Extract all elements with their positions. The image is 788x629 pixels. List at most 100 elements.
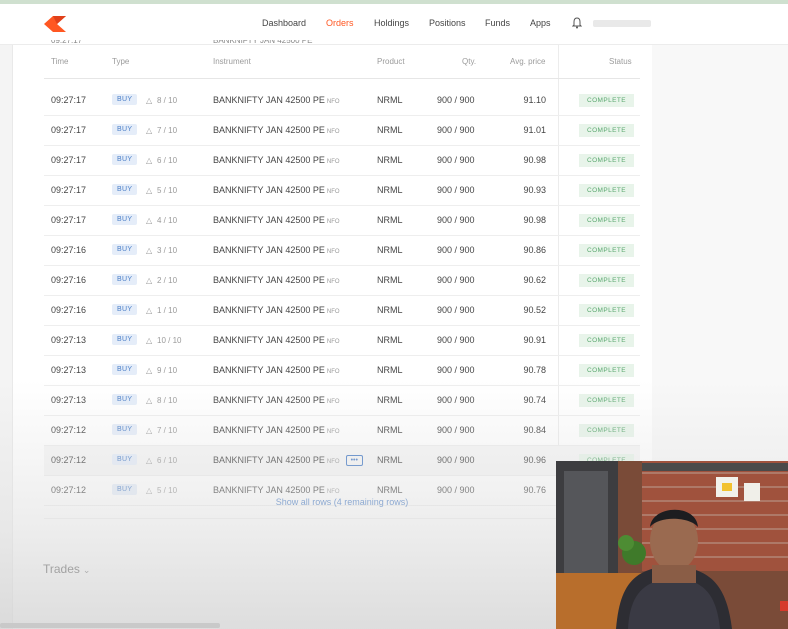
instrument-name[interactable]: BANKNIFTY JAN 42500 PE NFO	[213, 155, 340, 165]
exchange-tag: NFO	[326, 339, 340, 345]
quantity: 900 / 900	[437, 395, 475, 405]
table-row[interactable]: 09:27:13 BUY △ 9 / 10 BANKNIFTY JAN 42500 PE…	[44, 356, 640, 386]
instrument-symbol: BANKNIFTY JAN 42500 PE	[213, 365, 325, 375]
horizontal-scrollbar[interactable]	[0, 623, 220, 628]
legs-count: △ 8 / 10	[146, 396, 177, 405]
nav-holdings[interactable]: Holdings	[374, 18, 409, 28]
order-time: 09:27:12	[51, 485, 87, 495]
chevron-down-icon: ⌄	[82, 565, 91, 575]
legs-text: 2 / 10	[157, 276, 178, 285]
legs-text: 3 / 10	[157, 246, 178, 255]
kite-logo-icon[interactable]	[44, 16, 66, 32]
trades-label: Trades	[43, 562, 80, 576]
legs-count: △ 9 / 10	[146, 366, 177, 375]
product-type: NRML	[377, 215, 403, 225]
legs-icon: △	[146, 276, 153, 285]
quantity: 900 / 900	[437, 245, 475, 255]
instrument-name[interactable]: BANKNIFTY JAN 42500 PE NFO	[213, 245, 340, 255]
table-row[interactable]: 09:27:13 BUY △ 10 / 10 BANKNIFTY JAN 42500 P…	[44, 326, 640, 356]
legs-icon: △	[146, 306, 153, 315]
table-row[interactable]: 09:27:16 BUY △ 3 / 10 BANKNIFTY JAN 42500 PE…	[44, 236, 640, 266]
col-avg-price[interactable]: Avg. price	[510, 57, 545, 66]
order-time: 09:27:17	[51, 215, 87, 225]
instrument-name[interactable]: BANKNIFTY JAN 42500 PE NFO	[213, 305, 340, 315]
buy-badge: BUY	[112, 274, 138, 285]
instrument-symbol: BANKNIFTY JAN 42500 PE	[213, 185, 325, 195]
avg-price: 91.10	[523, 95, 546, 105]
avg-price: 90.84	[523, 425, 546, 435]
product-type: NRML	[377, 155, 403, 165]
table-row[interactable]: 09:27:17 BUY △ 5 / 10 BANKNIFTY JAN 42500 PE…	[44, 176, 640, 206]
instrument-name[interactable]: BANKNIFTY JAN 42500 PE NFO	[213, 275, 340, 285]
table-row[interactable]: 09:27:13 BUY △ 8 / 10 BANKNIFTY JAN 42500 PE…	[44, 386, 640, 416]
col-product[interactable]: Product	[377, 57, 405, 66]
show-all-rows-link[interactable]: Show all rows (4 remaining rows)	[44, 497, 640, 507]
more-options-button[interactable]: •••	[345, 455, 363, 466]
instrument-symbol: BANKNIFTY JAN 42500 PE	[213, 125, 325, 135]
status-badge: COMPLETE	[579, 184, 634, 197]
quantity: 900 / 900	[437, 485, 475, 495]
order-time: 09:27:12	[51, 455, 87, 465]
product-type: NRML	[377, 455, 403, 465]
legs-count: △ 3 / 10	[146, 246, 177, 255]
instrument-name[interactable]: BANKNIFTY JAN 42500 PE NFO	[213, 425, 340, 435]
legs-count: △ 10 / 10	[146, 336, 181, 345]
nav-funds[interactable]: Funds	[485, 18, 510, 28]
col-type[interactable]: Type	[112, 57, 129, 66]
exchange-tag: NFO	[326, 99, 340, 105]
nav-dashboard[interactable]: Dashboard	[262, 18, 306, 28]
table-row[interactable]: 09:27:17 BUY △ 6 / 10 BANKNIFTY JAN 42500 PE…	[44, 146, 640, 176]
product-type: NRML	[377, 95, 403, 105]
col-time[interactable]: Time	[51, 57, 68, 66]
legs-count: △ 8 / 10	[146, 96, 177, 105]
legs-count: △ 5 / 10	[146, 486, 177, 495]
instrument-name[interactable]: BANKNIFTY JAN 42500 PE NFO	[213, 485, 340, 495]
instrument-symbol: BANKNIFTY JAN 42500 PE	[213, 305, 325, 315]
order-time: 09:27:17	[51, 155, 87, 165]
nav-orders[interactable]: Orders	[326, 18, 354, 28]
status-badge: COMPLETE	[579, 124, 634, 137]
legs-icon: △	[146, 456, 153, 465]
status-badge: COMPLETE	[579, 94, 634, 107]
instrument-symbol: BANKNIFTY JAN 42500 PE	[213, 215, 325, 225]
quantity: 900 / 900	[437, 275, 475, 285]
instrument-name[interactable]: BANKNIFTY JAN 42500 PE NFO •••	[213, 455, 363, 466]
nav-positions[interactable]: Positions	[429, 18, 466, 28]
legs-count: △ 6 / 10	[146, 156, 177, 165]
buy-badge: BUY	[112, 454, 138, 465]
instrument-name[interactable]: BANKNIFTY JAN 42500 PE NFO	[213, 335, 340, 345]
table-row[interactable]: 09:27:16 BUY △ 2 / 10 BANKNIFTY JAN 42500 PE…	[44, 266, 640, 296]
col-qty[interactable]: Qty.	[462, 57, 476, 66]
quantity: 900 / 900	[437, 155, 475, 165]
col-instrument[interactable]: Instrument	[213, 57, 251, 66]
user-id-placeholder[interactable]	[593, 20, 651, 27]
table-row[interactable]: 09:27:16 BUY △ 1 / 10 BANKNIFTY JAN 42500 PE…	[44, 296, 640, 326]
table-row[interactable]: 09:27:12 BUY △ 6 / 10 BANKNIFTY JAN 42500 PE…	[44, 446, 640, 476]
buy-badge: BUY	[112, 364, 138, 375]
legs-count: △ 1 / 10	[146, 306, 177, 315]
instrument-name[interactable]: BANKNIFTY JAN 42500 PE NFO	[213, 395, 340, 405]
nav-apps[interactable]: Apps	[530, 18, 551, 28]
legs-count: △ 4 / 10	[146, 216, 177, 225]
avg-price: 90.98	[523, 155, 546, 165]
product-type: NRML	[377, 335, 403, 345]
quantity: 900 / 900	[437, 305, 475, 315]
instrument-symbol: BANKNIFTY JAN 42500 PE	[213, 425, 325, 435]
instrument-symbol: BANKNIFTY JAN 42500 PE	[213, 155, 325, 165]
col-status[interactable]: Status	[609, 57, 632, 66]
instrument-name[interactable]: BANKNIFTY JAN 42500 PE NFO	[213, 365, 340, 375]
instrument-name[interactable]: BANKNIFTY JAN 42500 PE NFO	[213, 95, 340, 105]
trades-section-toggle[interactable]: Trades ⌄	[43, 562, 90, 576]
instrument-name[interactable]: BANKNIFTY JAN 42500 PE NFO	[213, 125, 340, 135]
instrument-name[interactable]: BANKNIFTY JAN 42500 PE NFO	[213, 215, 340, 225]
legs-icon: △	[146, 186, 153, 195]
product-type: NRML	[377, 485, 403, 495]
bell-icon[interactable]	[572, 17, 582, 29]
quantity: 900 / 900	[437, 455, 475, 465]
table-row[interactable]: 09:27:17 BUY △ 8 / 10 BANKNIFTY JAN 42500 PE…	[44, 86, 640, 116]
legs-text: 7 / 10	[157, 426, 178, 435]
table-row[interactable]: 09:27:17 BUY △ 7 / 10 BANKNIFTY JAN 42500 PE…	[44, 116, 640, 146]
instrument-name[interactable]: BANKNIFTY JAN 42500 PE NFO	[213, 185, 340, 195]
table-row[interactable]: 09:27:17 BUY △ 4 / 10 BANKNIFTY JAN 42500 PE…	[44, 206, 640, 236]
table-row[interactable]: 09:27:12 BUY △ 7 / 10 BANKNIFTY JAN 42500 PE…	[44, 416, 640, 446]
